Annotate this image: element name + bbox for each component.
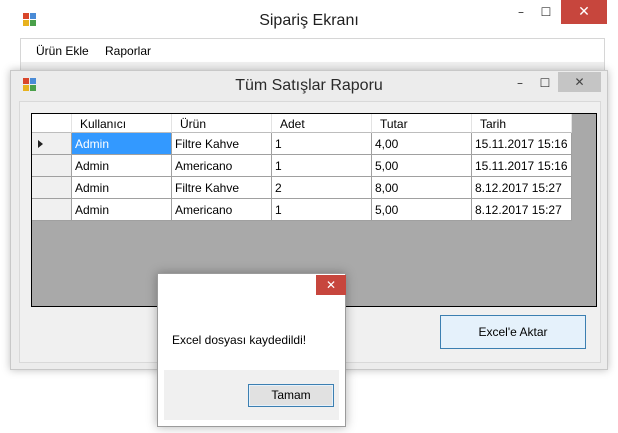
maximize-button[interactable]: ☐ — [531, 71, 559, 95]
table-row[interactable]: Admin Filtre Kahve 1 4,00 15.11.2017 15:… — [32, 133, 572, 155]
column-header-kullanici[interactable]: Kullanıcı — [72, 114, 172, 133]
main-titlebar: Sipariş Ekranı – ☐ ✕ — [0, 0, 618, 34]
grid-cell[interactable]: 1 — [272, 199, 372, 221]
grid-cell[interactable]: Filtre Kahve — [172, 133, 272, 155]
maximize-button[interactable]: ☐ — [531, 0, 561, 24]
grid-cell[interactable]: 4,00 — [372, 133, 472, 155]
row-header-cell[interactable] — [32, 133, 72, 155]
menu-item-urun-ekle[interactable]: Ürün Ekle — [36, 44, 89, 58]
row-header-cell[interactable] — [32, 155, 72, 177]
column-header-tutar[interactable]: Tutar — [372, 114, 472, 133]
grid-cell[interactable]: Admin — [72, 155, 172, 177]
column-header-adet[interactable]: Adet — [272, 114, 372, 133]
row-header-cell[interactable] — [32, 177, 72, 199]
grid-cell[interactable]: 15.11.2017 15:16 — [472, 133, 572, 155]
table-row[interactable]: Admin Filtre Kahve 2 8,00 8.12.2017 15:2… — [32, 177, 572, 199]
minimize-icon: – — [518, 5, 524, 19]
grid-cell[interactable]: Americano — [172, 199, 272, 221]
row-header-cell[interactable] — [32, 199, 72, 221]
maximize-icon: ☐ — [540, 5, 552, 19]
grid-cell[interactable]: 8.12.2017 15:27 — [472, 199, 572, 221]
grid-cell[interactable]: 5,00 — [372, 155, 472, 177]
grid-cell[interactable]: 2 — [272, 177, 372, 199]
message-box: ✕ Excel dosyası kaydedildi! Tamam — [157, 273, 346, 427]
close-button[interactable]: ✕ — [558, 72, 601, 92]
export-to-excel-button[interactable]: Excel'e Aktar — [440, 315, 586, 349]
menubar: Ürün Ekle Raporlar — [20, 38, 605, 62]
column-header-tarih[interactable]: Tarih — [472, 114, 572, 133]
table-row[interactable]: Admin Americano 1 5,00 8.12.2017 15:27 — [32, 199, 572, 221]
grid-cell[interactable]: 1 — [272, 155, 372, 177]
minimize-icon: – — [517, 76, 523, 90]
grid-cell[interactable]: 8,00 — [372, 177, 472, 199]
close-icon: ✕ — [325, 278, 337, 292]
message-box-close-button[interactable]: ✕ — [316, 275, 346, 295]
menu-item-raporlar[interactable]: Raporlar — [105, 44, 151, 58]
grid-cell[interactable]: Admin — [72, 177, 172, 199]
grid-corner-cell[interactable] — [32, 114, 72, 133]
close-icon: ✕ — [574, 75, 585, 89]
grid-cell[interactable]: Admin — [72, 133, 172, 155]
grid-cell[interactable]: Americano — [172, 155, 272, 177]
main-body — [20, 62, 605, 70]
table-row[interactable]: Admin Americano 1 5,00 15.11.2017 15:16 — [32, 155, 572, 177]
grid-cell[interactable]: 5,00 — [372, 199, 472, 221]
row-pointer-icon — [38, 140, 43, 148]
maximize-icon: ☐ — [539, 76, 551, 90]
grid-cell[interactable]: Filtre Kahve — [172, 177, 272, 199]
message-text: Excel dosyası kaydedildi! — [172, 333, 307, 347]
minimize-button[interactable]: – — [506, 71, 534, 95]
close-button[interactable]: ✕ — [561, 0, 607, 24]
close-icon: ✕ — [578, 4, 590, 20]
grid-cell[interactable]: 1 — [272, 133, 372, 155]
grid-cell[interactable]: 15.11.2017 15:16 — [472, 155, 572, 177]
column-header-urun[interactable]: Ürün — [172, 114, 272, 133]
grid-cell[interactable]: 8.12.2017 15:27 — [472, 177, 572, 199]
ok-button[interactable]: Tamam — [248, 384, 334, 407]
grid-cell[interactable]: Admin — [72, 199, 172, 221]
